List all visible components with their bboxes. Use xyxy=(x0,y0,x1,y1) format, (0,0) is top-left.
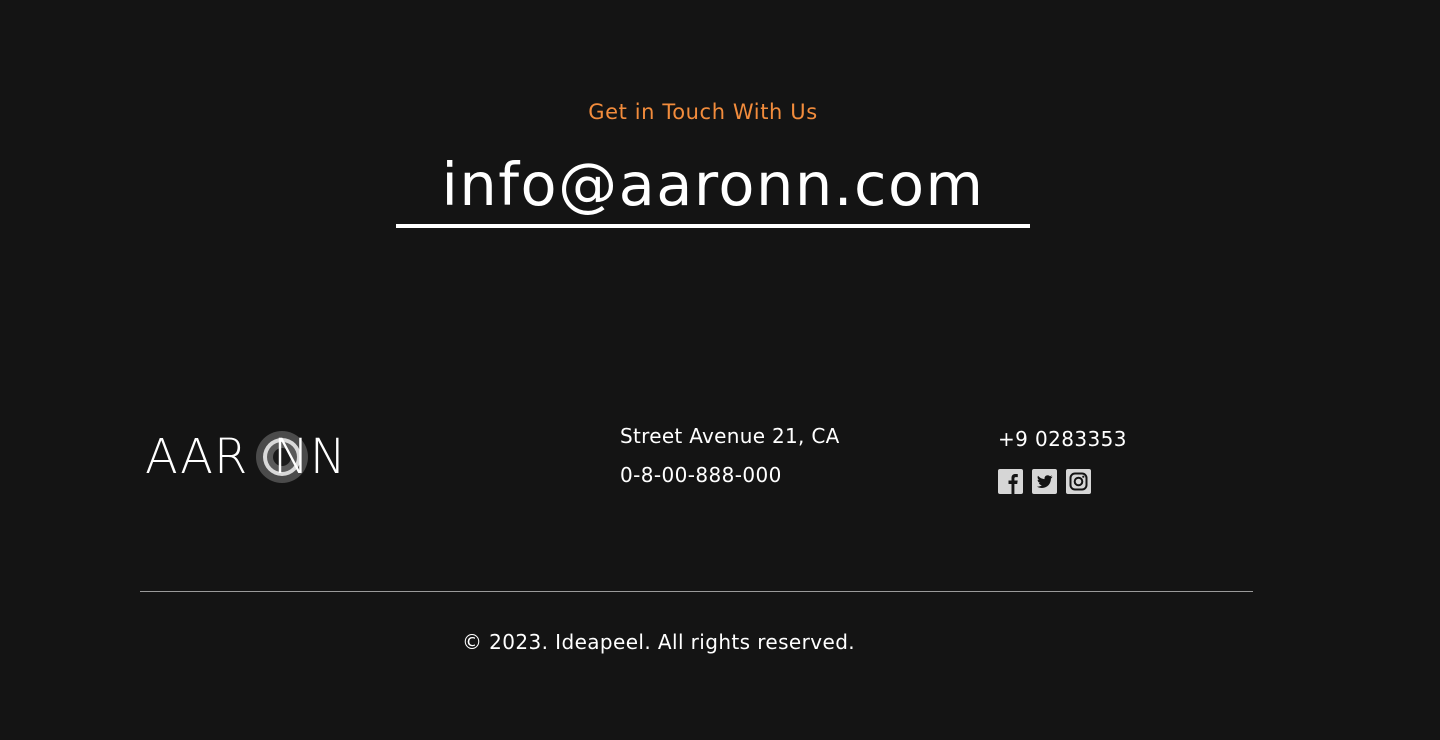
twitter-icon xyxy=(1032,469,1057,494)
contact-kicker: Get in Touch With Us xyxy=(588,100,818,124)
logo-text-right: NN xyxy=(273,429,347,485)
facebook-icon xyxy=(998,469,1023,494)
contact-email-link[interactable]: info@aaronn.com xyxy=(396,152,1030,228)
footer-divider xyxy=(140,591,1253,592)
brand-logo[interactable]: AAR NN xyxy=(145,426,390,488)
instagram-link[interactable] xyxy=(1066,469,1091,494)
footer-address: Street Avenue 21, CA xyxy=(620,424,840,448)
footer-alt-phone: 0-8-00-888-000 xyxy=(620,463,782,487)
twitter-link[interactable] xyxy=(1032,469,1057,494)
instagram-icon xyxy=(1066,469,1091,494)
facebook-link[interactable] xyxy=(998,469,1023,494)
footer-copyright: © 2023. Ideapeel. All rights reserved. xyxy=(462,630,856,654)
footer-phone: +9 0283353 xyxy=(998,427,1127,451)
logo-text-left: AAR xyxy=(145,429,249,485)
social-links xyxy=(998,469,1091,494)
